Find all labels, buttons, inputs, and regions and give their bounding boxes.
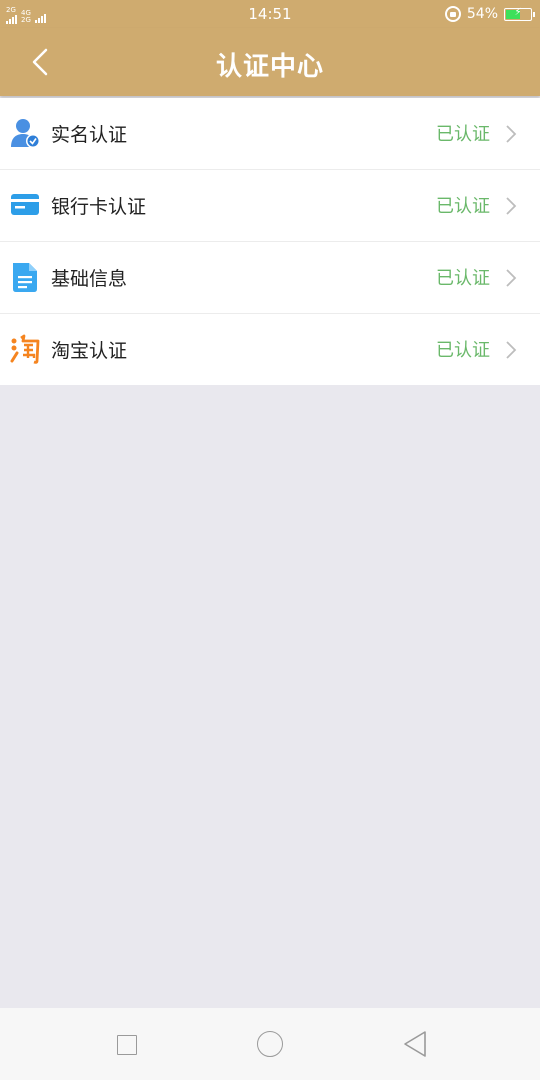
charging-bolt-icon: ⚡ — [514, 6, 522, 18]
list-item-basic-info[interactable]: 基础信息 已认证 — [0, 242, 540, 314]
list-item-label: 基础信息 — [51, 268, 128, 290]
page-title: 认证中心 — [215, 52, 324, 82]
battery-icon: ⚡ — [504, 6, 535, 21]
list-item-taobao[interactable]: 淘宝认证 已认证 — [0, 314, 540, 385]
square-icon[interactable] — [117, 1035, 137, 1055]
list-item-real-name[interactable]: 实名认证 已认证 — [0, 98, 540, 170]
system-nav-bar — [0, 1008, 540, 1080]
list-item-label: 淘宝认证 — [51, 340, 128, 362]
document-icon — [13, 263, 37, 292]
user-verified-icon — [11, 119, 40, 148]
list-item-label: 银行卡认证 — [51, 196, 147, 218]
list-item-label: 实名认证 — [51, 124, 128, 146]
circle-icon[interactable] — [257, 1031, 283, 1057]
chevron-right-icon — [506, 197, 517, 215]
status-label: 已认证 — [436, 340, 490, 361]
status-label: 已认证 — [436, 196, 490, 217]
chevron-right-icon — [506, 125, 517, 143]
taobao-icon — [10, 334, 40, 364]
chevron-right-icon — [506, 341, 517, 359]
verification-list: 实名认证 已认证 银行卡认证 已认证 基础信息 已认证 淘宝认证 已认证 — [0, 98, 540, 385]
rotation-lock-icon — [444, 6, 461, 22]
status-label: 已认证 — [436, 268, 490, 289]
battery-percent: 54% — [466, 6, 498, 22]
list-item-bank-card[interactable]: 银行卡认证 已认证 — [0, 170, 540, 242]
status-label: 已认证 — [436, 124, 490, 145]
status-bar: 2G 4G 2G 14:51 54% ⚡ — [0, 0, 540, 28]
system-icons: 54% ⚡ — [444, 4, 535, 24]
bank-card-icon — [11, 194, 39, 215]
app-header: 认证中心 — [0, 28, 540, 96]
triangle-back-icon[interactable] — [402, 1030, 428, 1058]
chevron-right-icon — [506, 269, 517, 287]
